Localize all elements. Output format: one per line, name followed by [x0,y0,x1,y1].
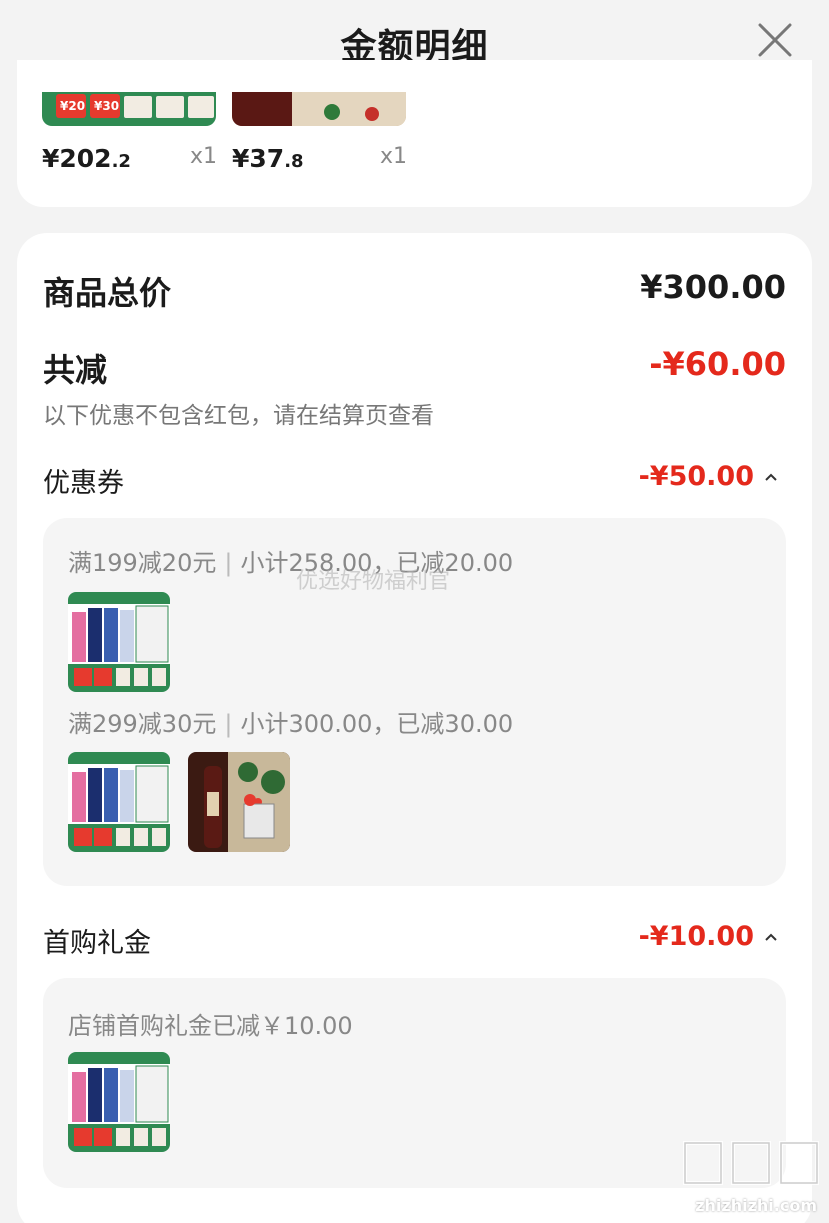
product-item[interactable]: ¥20 ¥30 [42,92,216,126]
coupon-section-header[interactable]: 优惠券 -¥50.00 [43,461,786,500]
product-list-card: ¥20 ¥30 ¥202.2 x1 ¥37.8 x1 [17,60,812,207]
product-thumbnail[interactable] [188,752,290,852]
price-integer: ¥202 [42,144,112,173]
product-item[interactable] [232,92,406,126]
coupon-line: 满299减30元 | 小计300.00，已减30.00 [68,704,513,739]
coupon-rule: 满299减30元 [68,710,217,738]
price-integer: ¥37 [232,144,285,173]
separator: | [224,710,233,738]
product-thumbnail[interactable] [68,592,170,692]
product-thumbnail[interactable] [68,1052,170,1152]
coupon-subtotal: 小计300.00，已减30.00 [240,710,514,738]
separator: | [224,549,233,577]
coupon-amount: -¥50.00 [638,461,754,492]
product-price: ¥37.8 [232,144,304,173]
site-url: zhizhizhi.com [695,1196,817,1215]
price-detail-card: 商品总价 ¥300.00 共减 -¥60.00 以下优惠不包含红包，请在结算页查… [17,233,812,1223]
total-reduction-row: 共减 -¥60.00 [43,345,786,391]
watermark-text: 优选好物福利官 [296,569,451,594]
first-gift-detail-box: 店铺首购礼金已减￥10.00 [43,978,786,1188]
close-icon[interactable] [757,22,793,58]
total-price-row: 商品总价 ¥300.00 [43,268,786,314]
site-watermark-logo: zhizhizhi.com [681,1135,821,1215]
price-decimal: .8 [284,151,304,172]
first-gift-line: 店铺首购礼金已减￥10.00 [68,1012,353,1040]
coupon-rule: 满199减20元 [68,549,217,577]
product-quantity: x1 [380,144,408,169]
product-price: ¥202.2 [42,144,131,173]
svg-text:¥30: ¥30 [94,99,119,113]
coupon-value: -¥50.00 [639,461,778,492]
product-thumbnail [232,92,406,126]
total-price-value: ¥300.00 [640,268,786,306]
reduction-note: 以下优惠不包含红包，请在结算页查看 [43,403,434,429]
product-quantity: x1 [190,144,218,169]
price-decimal: .2 [111,151,131,172]
first-gift-section-header[interactable]: 首购礼金 -¥10.00 [43,921,786,960]
svg-text:¥20: ¥20 [60,99,85,113]
product-thumbnail[interactable] [68,752,170,852]
chevron-up-icon[interactable] [764,926,778,947]
first-gift-value: -¥10.00 [639,921,778,952]
product-thumbnail: ¥20 ¥30 [42,92,216,126]
total-reduction-value: -¥60.00 [649,345,786,383]
chevron-up-icon[interactable] [764,466,778,487]
first-gift-amount: -¥10.00 [638,921,754,952]
